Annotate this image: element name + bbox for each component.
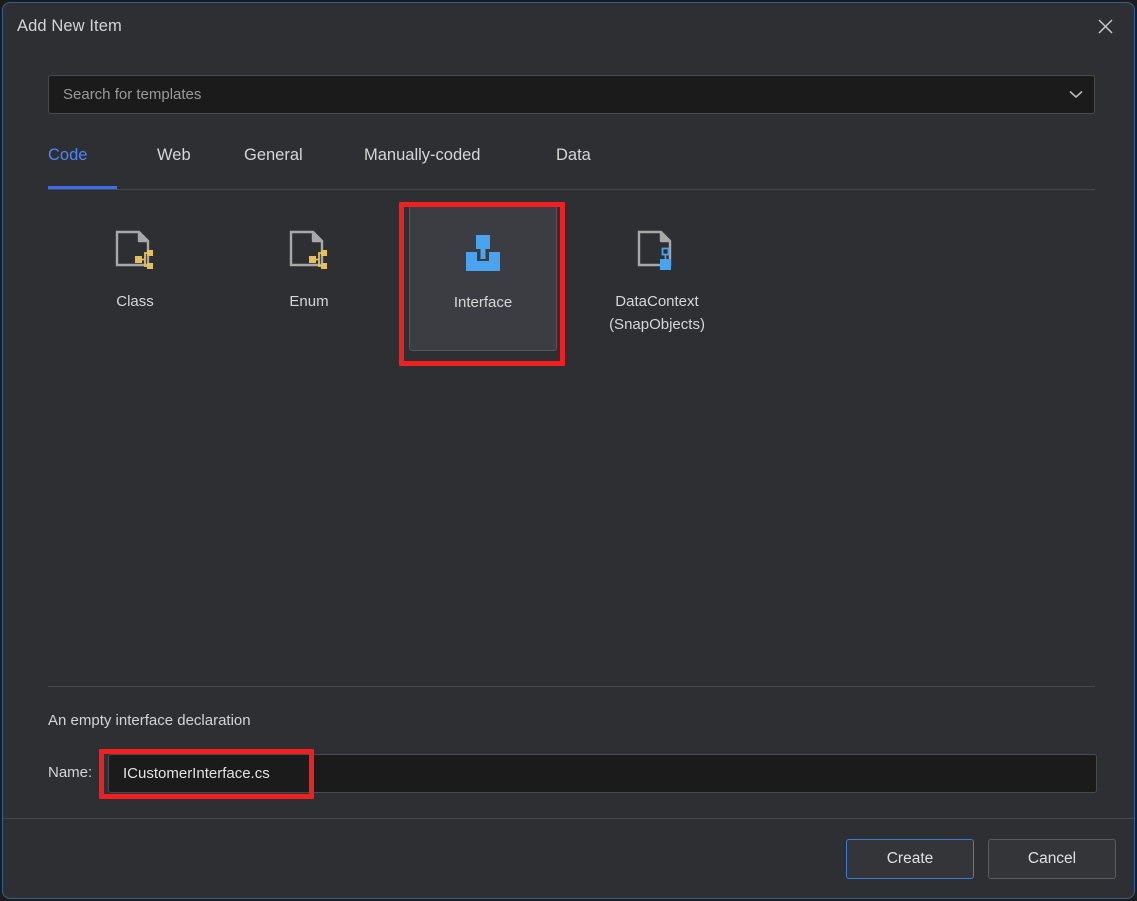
template-tile-enum[interactable]: Enum: [235, 203, 383, 351]
cancel-button[interactable]: Cancel: [988, 839, 1116, 879]
template-description: An empty interface declaration: [48, 712, 251, 729]
template-label: Enum: [289, 293, 329, 310]
description-separator: [48, 686, 1095, 687]
template-grid: Class Enum Interface DataContext (SnapOb…: [48, 203, 1095, 663]
template-label: Class: [116, 293, 154, 310]
search-input[interactable]: [48, 75, 1095, 114]
template-tile-interface[interactable]: Interface: [409, 203, 557, 351]
chevron-down-icon[interactable]: [1069, 75, 1083, 114]
create-button[interactable]: Create: [846, 839, 974, 879]
name-label: Name:: [48, 764, 93, 781]
tab-code[interactable]: Code: [48, 143, 117, 189]
dialog-titlebar: Add New Item: [3, 3, 1134, 53]
add-new-item-dialog: Add New Item Code Web General Manually-c…: [2, 2, 1135, 899]
enum-file-icon: [287, 225, 331, 279]
template-label: Interface: [453, 294, 513, 311]
tab-general[interactable]: General: [244, 143, 333, 189]
template-label: DataContext (SnapObjects): [609, 293, 705, 333]
template-search-row: [48, 75, 1095, 114]
dialog-title: Add New Item: [17, 17, 122, 35]
class-file-icon: [113, 225, 157, 279]
tab-web[interactable]: Web: [157, 143, 213, 189]
footer-separator: [3, 818, 1134, 819]
datacontext-file-icon: [635, 225, 679, 279]
template-tile-datacontext[interactable]: DataContext (SnapObjects): [583, 203, 731, 351]
tab-manually-coded[interactable]: Manually-coded: [364, 143, 525, 189]
interface-plug-icon: [460, 226, 506, 280]
category-tabs: Code Web General Manually-coded Data: [48, 143, 1095, 190]
name-input[interactable]: [108, 754, 1097, 793]
tab-data[interactable]: Data: [556, 143, 604, 189]
close-icon[interactable]: [1088, 11, 1122, 41]
template-tile-class[interactable]: Class: [61, 203, 209, 351]
